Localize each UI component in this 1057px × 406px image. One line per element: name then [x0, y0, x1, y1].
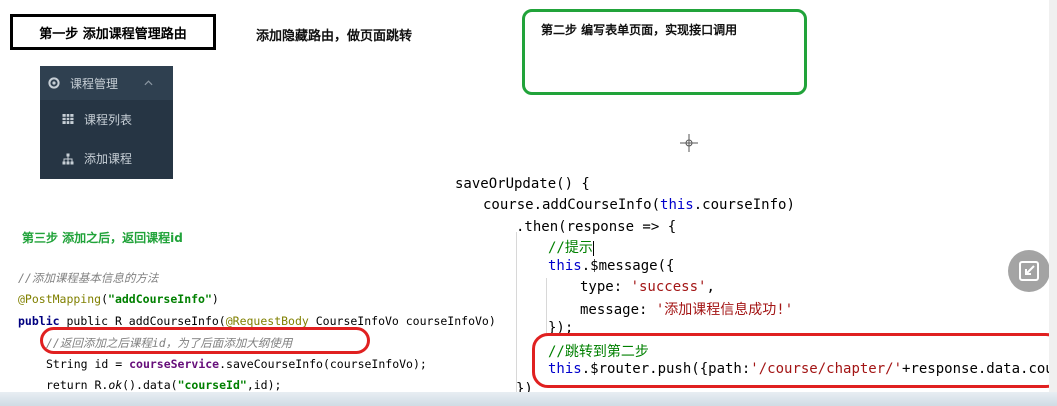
sidebar-item-label: 课程列表: [84, 112, 133, 127]
scrollbar[interactable]: [1049, 0, 1057, 406]
highlight-oval-java-comment: [40, 327, 370, 354]
js-then-line: .then(response => {: [516, 219, 677, 235]
menu-title: 课程管理: [70, 76, 119, 91]
js-function-line: saveOrUpdate() {: [455, 176, 590, 192]
crosshair-cursor-icon: [680, 134, 698, 152]
step2-text: 第二步 编写表单页面，实现接口调用: [541, 23, 738, 37]
hidden-route-note: 添加隐藏路由，做页面跳转: [256, 29, 413, 44]
sidebar-item-add-course[interactable]: 添加课程: [40, 138, 173, 179]
step1-text: 第一步 添加课程管理路由: [39, 26, 187, 42]
step1-label: 第一步 添加课程管理路由: [10, 14, 216, 50]
java-comment-line: //添加课程基本信息的方法: [18, 271, 159, 285]
java-method-signature: public public R addCourseInfo(@RequestBo…: [18, 314, 496, 328]
highlight-oval-router-push: [532, 333, 1057, 388]
indent-guide: [546, 278, 547, 334]
table-icon: [62, 114, 74, 124]
picture-in-picture-button[interactable]: [1008, 250, 1050, 292]
sidebar-item-course-list[interactable]: 课程列表: [40, 100, 173, 138]
java-return-line: return R.ok().data("courseId",id);: [46, 378, 282, 392]
course-management-menu: 课程管理 课程列表 添加课程: [40, 66, 173, 179]
exit-fullscreen-icon: [1019, 261, 1039, 281]
step2-label: 第二步 编写表单页面，实现接口调用: [522, 9, 807, 95]
js-add-course-line: course.addCourseInfo(this.courseInfo): [483, 197, 795, 213]
js-comment-hint: //提示: [548, 240, 594, 256]
gear-icon: [48, 77, 60, 89]
js-message-line: this.$message({: [548, 258, 675, 274]
menu-header-course-management[interactable]: 课程管理: [40, 70, 173, 96]
chevron-up-icon: [144, 80, 153, 86]
sitemap-icon: [62, 153, 74, 164]
js-type-line: type: 'success',: [580, 279, 715, 295]
sidebar-item-label: 添加课程: [84, 152, 133, 166]
java-annotation-line: @PostMapping("addCourseInfo"): [18, 292, 219, 306]
indent-guide: [516, 232, 517, 392]
step3-label: 第三步 添加之后，返回课程id: [22, 231, 183, 245]
bottom-decorative-strip: [0, 392, 1057, 406]
java-save-line: String id = courseService.saveCourseInfo…: [46, 357, 427, 371]
js-message-text-line: message: '添加课程信息成功!': [580, 302, 794, 318]
